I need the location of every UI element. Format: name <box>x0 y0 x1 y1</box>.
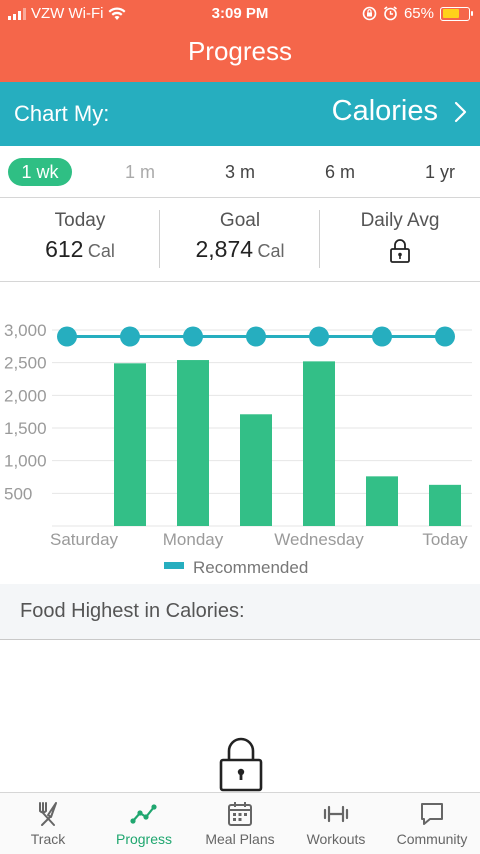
chart-bar <box>429 484 461 526</box>
y-tick-label: 500 <box>4 484 32 503</box>
daily-avg-label: Daily Avg <box>360 210 440 231</box>
chart-metric-value: Calories <box>331 95 438 127</box>
today-value: 612 <box>45 236 84 262</box>
tab-3m[interactable]: 3 m <box>210 158 270 186</box>
recommended-point <box>309 326 329 347</box>
y-tick-label: 2,000 <box>4 386 47 405</box>
stat-daily-avg[interactable]: Daily Avg <box>320 198 480 282</box>
chevron-right-icon <box>454 101 467 123</box>
tab-1yr[interactable]: 1 yr <box>410 158 470 186</box>
y-tick-label: 1,500 <box>4 419 47 438</box>
calories-chart: 3,000 2,500 2,000 1,500 1,000 500 Saturday Mon… <box>0 300 480 584</box>
recommended-point <box>183 326 203 347</box>
chat-bubble-icon <box>421 803 443 825</box>
stats-row: Today 612 Cal Goal 2,874 Cal Daily Avg <box>0 198 480 282</box>
nav-label: Progress <box>115 831 173 847</box>
recommended-point <box>372 326 392 347</box>
chart-bar <box>240 414 272 526</box>
calendar-icon <box>228 802 252 826</box>
alarm-icon <box>383 6 397 21</box>
goal-value: 2,874 <box>195 236 254 262</box>
fork-knife-icon <box>39 802 57 826</box>
tab-1wk[interactable]: 1 wk <box>8 158 72 186</box>
x-tick-label: Saturday <box>50 530 119 549</box>
chart-bar <box>177 360 209 526</box>
calories-chart-svg: 3,000 2,500 2,000 1,500 1,000 500 Saturday Mon… <box>4 321 472 577</box>
goal-value-row: 2,874 Cal <box>160 236 320 263</box>
nav-meal-plans[interactable]: Meal Plans <box>192 793 288 854</box>
page-title: Progress <box>187 36 293 66</box>
status-bar: VZW Wi-Fi 3:09 PM 65% <box>0 0 480 28</box>
stat-goal: Goal 2,874 Cal <box>160 198 320 282</box>
status-right: 65% <box>362 5 473 22</box>
nav-track[interactable]: Track <box>0 793 96 854</box>
recommended-point <box>57 326 77 347</box>
lock-icon <box>390 239 410 263</box>
battery-percent: 65% <box>403 5 434 22</box>
tab-6m[interactable]: 6 m <box>310 158 370 186</box>
nav-label: Track <box>30 831 66 847</box>
dumbbell-icon <box>323 805 349 823</box>
range-tabs: 1 wk 1 m 3 m 6 m 1 yr <box>0 146 480 198</box>
recommended-point <box>246 326 266 347</box>
x-tick-label: Wednesday <box>274 530 364 549</box>
nav-community[interactable]: Community <box>384 793 480 854</box>
y-tick-label: 2,500 <box>4 354 47 373</box>
stat-today: Today 612 Cal <box>0 198 160 282</box>
today-label: Today <box>54 210 106 231</box>
bottom-nav: Track Progress Meal Plans Workouts Commu… <box>0 792 480 854</box>
recommended-point <box>120 326 140 347</box>
nav-label: Meal Plans <box>205 831 275 847</box>
chart-my-label: Chart My: <box>14 101 110 126</box>
chart-bar <box>366 476 398 526</box>
y-tick-label: 1,000 <box>4 452 47 471</box>
y-tick-label: 3,000 <box>4 321 47 340</box>
chart-metric-selector[interactable]: Chart My: Calories <box>0 82 480 146</box>
recommended-point <box>435 326 455 347</box>
x-tick-label: Monday <box>163 530 224 549</box>
rotation-lock-icon <box>362 6 377 21</box>
x-tick-label: Today <box>422 530 468 549</box>
app-header: VZW Wi-Fi 3:09 PM 65% Progress <box>0 0 480 82</box>
legend-swatch <box>164 562 184 569</box>
goal-unit: Cal <box>257 241 285 261</box>
tab-1m[interactable]: 1 m <box>110 158 170 186</box>
nav-label: Workouts <box>306 831 366 847</box>
food-highest-section: Food Highest in Calories: <box>0 584 480 640</box>
today-value-row: 612 Cal <box>0 236 160 263</box>
chart-bar <box>114 363 146 526</box>
nav-workouts[interactable]: Workouts <box>288 793 384 854</box>
food-highest-title: Food Highest in Calories: <box>20 600 245 622</box>
nav-progress[interactable]: Progress <box>96 793 192 854</box>
battery-level <box>442 9 459 18</box>
chart-bar <box>303 361 335 526</box>
trend-line-icon <box>130 804 157 824</box>
battery-icon <box>440 6 473 21</box>
today-unit: Cal <box>87 241 115 261</box>
goal-label: Goal <box>219 210 261 231</box>
legend-label: Recommended <box>193 558 308 577</box>
nav-label: Community <box>396 831 468 847</box>
lock-icon[interactable] <box>218 736 264 792</box>
